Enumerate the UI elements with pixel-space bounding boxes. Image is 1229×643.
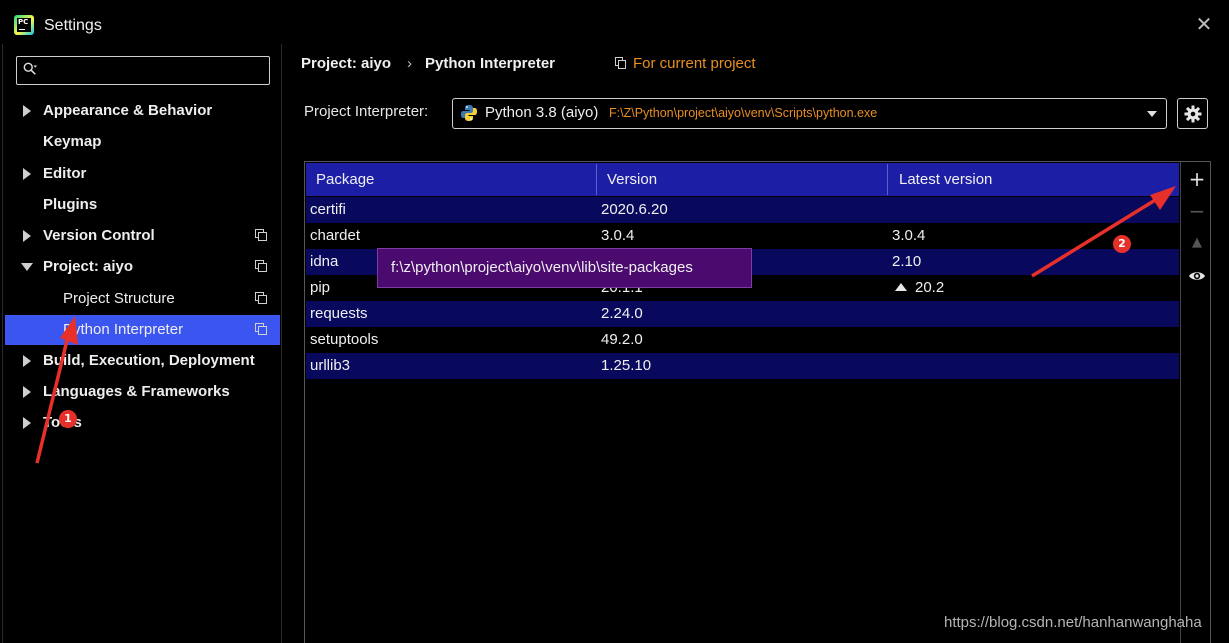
sidebar-item-editor[interactable]: Editor bbox=[5, 159, 280, 189]
column-divider[interactable] bbox=[887, 164, 888, 195]
package-latest: 20.2 bbox=[895, 279, 944, 296]
sidebar-item-tools[interactable]: Tools bbox=[5, 408, 280, 438]
package-name: pip bbox=[310, 279, 331, 296]
search-icon bbox=[23, 62, 37, 75]
interpreter-path: F:\Z\Python\project\aiyo\venv\Scripts\py… bbox=[609, 106, 878, 120]
project-scope-icon bbox=[615, 57, 627, 69]
expand-arrow-icon[interactable] bbox=[23, 168, 31, 180]
sidebar: Appearance & Behavior Keymap Editor Plug… bbox=[5, 44, 282, 643]
upgrade-package-button[interactable]: ▲ bbox=[1188, 234, 1206, 252]
package-name: requests bbox=[310, 305, 368, 322]
expand-arrow-icon[interactable] bbox=[23, 105, 31, 117]
dropdown-arrow-icon[interactable] bbox=[1147, 111, 1157, 117]
table-header: Package Version Latest version bbox=[306, 163, 1179, 196]
package-name: urllib3 bbox=[310, 357, 351, 374]
annotation-badge-1: 1 bbox=[59, 410, 77, 428]
interpreter-name: Python 3.8 (aiyo) bbox=[485, 104, 599, 121]
sidebar-item-plugins[interactable]: Plugins bbox=[5, 190, 280, 220]
project-scope-icon bbox=[255, 260, 267, 272]
breadcrumb-project[interactable]: Project: aiyo bbox=[301, 55, 391, 72]
sidebar-item-keymap[interactable]: Keymap bbox=[5, 127, 280, 157]
package-name: chardet bbox=[310, 227, 361, 244]
add-package-button[interactable]: + bbox=[1188, 169, 1206, 189]
upgrade-available-icon bbox=[895, 283, 907, 291]
package-version: 2020.6.20 bbox=[601, 201, 668, 218]
scope-text: For current project bbox=[633, 55, 756, 72]
sidebar-item-label: Build, Execution, Deployment bbox=[43, 352, 255, 369]
column-divider[interactable] bbox=[596, 164, 597, 195]
sidebar-item-appearance[interactable]: Appearance & Behavior bbox=[5, 96, 280, 126]
project-scope-icon bbox=[255, 292, 267, 304]
sidebar-item-label: Version Control bbox=[43, 227, 155, 244]
packages-table: Package Version Latest version certifi 2… bbox=[304, 161, 1211, 643]
table-row[interactable]: setuptools 49.2.0 bbox=[306, 327, 1179, 353]
expand-arrow-icon[interactable] bbox=[23, 417, 31, 429]
pycharm-icon: PC bbox=[14, 15, 34, 35]
python-icon bbox=[461, 105, 477, 121]
annotation-badge-2: 2 bbox=[1113, 235, 1131, 253]
package-version: 49.2.0 bbox=[601, 331, 643, 348]
table-row[interactable]: requests 2.24.0 bbox=[306, 301, 1179, 327]
sidebar-item-project-structure[interactable]: Project Structure bbox=[5, 284, 280, 314]
scope-label: For current project bbox=[615, 55, 756, 72]
sidebar-item-label: Plugins bbox=[43, 196, 98, 213]
page-title: Python Interpreter bbox=[425, 55, 556, 72]
path-tooltip: f:\z\python\project\aiyo\venv\lib\site-p… bbox=[377, 248, 752, 288]
expand-arrow-icon[interactable] bbox=[23, 386, 31, 398]
breadcrumb-separator: › bbox=[407, 55, 412, 72]
project-scope-icon bbox=[255, 323, 267, 335]
package-toolbar: + − ▲ bbox=[1180, 162, 1211, 643]
package-version: 1.25.10 bbox=[601, 357, 652, 374]
sidebar-item-languages[interactable]: Languages & Frameworks bbox=[5, 377, 280, 407]
sidebar-item-label: Languages & Frameworks bbox=[43, 383, 230, 400]
table-row[interactable]: chardet 3.0.4 3.0.4 bbox=[306, 223, 1179, 249]
sidebar-item-label: Keymap bbox=[43, 133, 102, 150]
sidebar-item-build[interactable]: Build, Execution, Deployment bbox=[5, 346, 280, 376]
table-row[interactable]: urllib3 1.25.10 bbox=[306, 353, 1179, 379]
sidebar-item-label: Appearance & Behavior bbox=[43, 102, 213, 119]
window-title: Settings bbox=[44, 17, 102, 34]
column-header-package[interactable]: Package bbox=[316, 171, 374, 188]
search-input[interactable] bbox=[51, 61, 261, 81]
watermark: https://blog.csdn.net/hanhanwanghaha bbox=[944, 614, 1202, 631]
interpreter-settings-button[interactable] bbox=[1177, 98, 1208, 129]
sidebar-item-version-control[interactable]: Version Control bbox=[5, 221, 280, 251]
column-header-version[interactable]: Version bbox=[607, 171, 657, 188]
project-scope-icon bbox=[255, 229, 267, 241]
sidebar-item-python-interpreter[interactable]: Python Interpreter bbox=[5, 315, 280, 345]
package-latest: 3.0.4 bbox=[892, 227, 926, 244]
gear-icon bbox=[1184, 105, 1202, 123]
eye-icon bbox=[1189, 272, 1205, 280]
package-name: idna bbox=[310, 253, 339, 270]
expand-arrow-icon[interactable] bbox=[23, 355, 31, 367]
sidebar-item-project[interactable]: Project: aiyo bbox=[5, 252, 280, 282]
sidebar-item-label: Editor bbox=[43, 165, 87, 182]
expand-arrow-icon[interactable] bbox=[23, 230, 31, 242]
interpreter-select[interactable]: Python 3.8 (aiyo) F:\Z\Python\project\ai… bbox=[452, 98, 1167, 129]
sidebar-item-label: Project Structure bbox=[63, 290, 175, 307]
interpreter-label: Project Interpreter: bbox=[304, 103, 429, 120]
package-name: certifi bbox=[310, 201, 346, 218]
column-header-latest[interactable]: Latest version bbox=[899, 171, 992, 188]
sidebar-item-label: Project: aiyo bbox=[43, 258, 134, 275]
package-version: 2.24.0 bbox=[601, 305, 643, 322]
title-bar: PC Settings ✕ bbox=[0, 0, 1229, 44]
close-icon[interactable]: ✕ bbox=[1195, 14, 1213, 34]
show-latest-button[interactable] bbox=[1188, 267, 1206, 285]
search-field[interactable] bbox=[16, 56, 270, 85]
table-row[interactable]: certifi 2020.6.20 bbox=[306, 197, 1179, 223]
package-latest: 2.10 bbox=[892, 253, 922, 270]
divider bbox=[2, 44, 3, 643]
package-version: 3.0.4 bbox=[601, 227, 635, 244]
remove-package-button[interactable]: − bbox=[1188, 201, 1206, 221]
sidebar-item-label: Python Interpreter bbox=[63, 321, 184, 338]
package-name: setuptools bbox=[310, 331, 379, 348]
collapse-arrow-icon[interactable] bbox=[21, 263, 33, 271]
